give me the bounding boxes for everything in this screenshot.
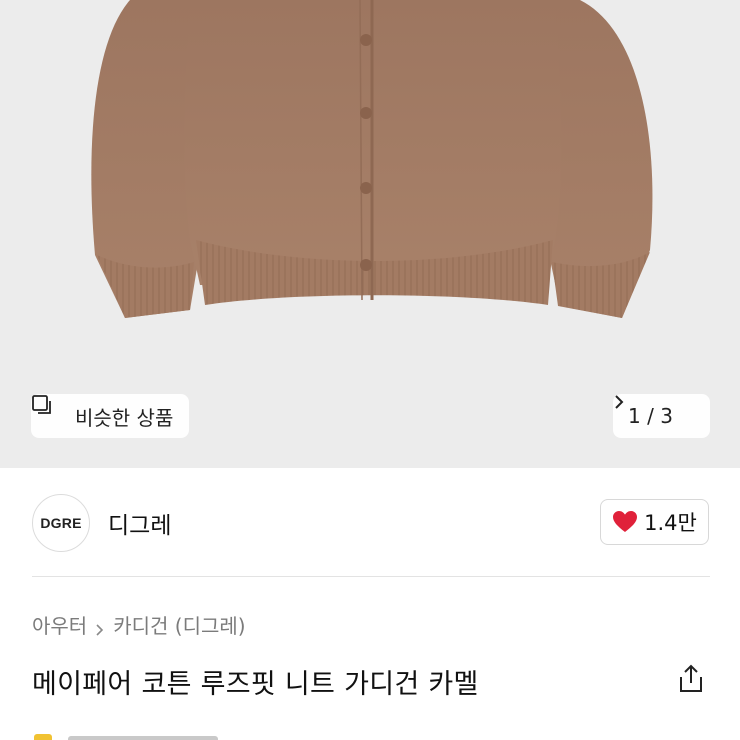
like-button[interactable]: 1.4만 [600, 499, 709, 545]
similar-products-label: 비슷한 상품 [75, 405, 174, 430]
heart-icon [612, 510, 638, 534]
brand-name[interactable]: 디그레 [108, 506, 171, 540]
rating-row-peek [32, 728, 232, 740]
breadcrumb: 아우터 카디건 (디그레) [32, 610, 246, 639]
brand-row: DGRE 디그레 1.4만 [0, 468, 740, 576]
breadcrumb-item-outer[interactable]: 아우터 [32, 610, 87, 639]
product-image[interactable]: 비슷한 상품 1 / 3 [0, 0, 740, 468]
similar-products-button[interactable]: 비슷한 상품 [31, 394, 190, 438]
brand-logo[interactable]: DGRE [32, 494, 90, 552]
like-count: 1.4만 [644, 511, 697, 535]
star-icon [34, 734, 52, 740]
similar-products-icon [32, 395, 67, 427]
chevron-right-icon [95, 618, 105, 636]
chevron-right-icon [615, 395, 695, 424]
divider [32, 576, 710, 577]
pager-count: 1 / 3 [628, 404, 673, 428]
image-pager[interactable]: 1 / 3 [613, 394, 710, 438]
rating-text-peek [68, 736, 218, 740]
share-icon[interactable] [676, 663, 706, 695]
product-title: 메이페어 코튼 루즈핏 니트 가디건 카멜 [32, 669, 479, 700]
brand-logo-text: DGRE [40, 515, 82, 531]
breadcrumb-item-cardigan[interactable]: 카디건 (디그레) [113, 610, 245, 639]
